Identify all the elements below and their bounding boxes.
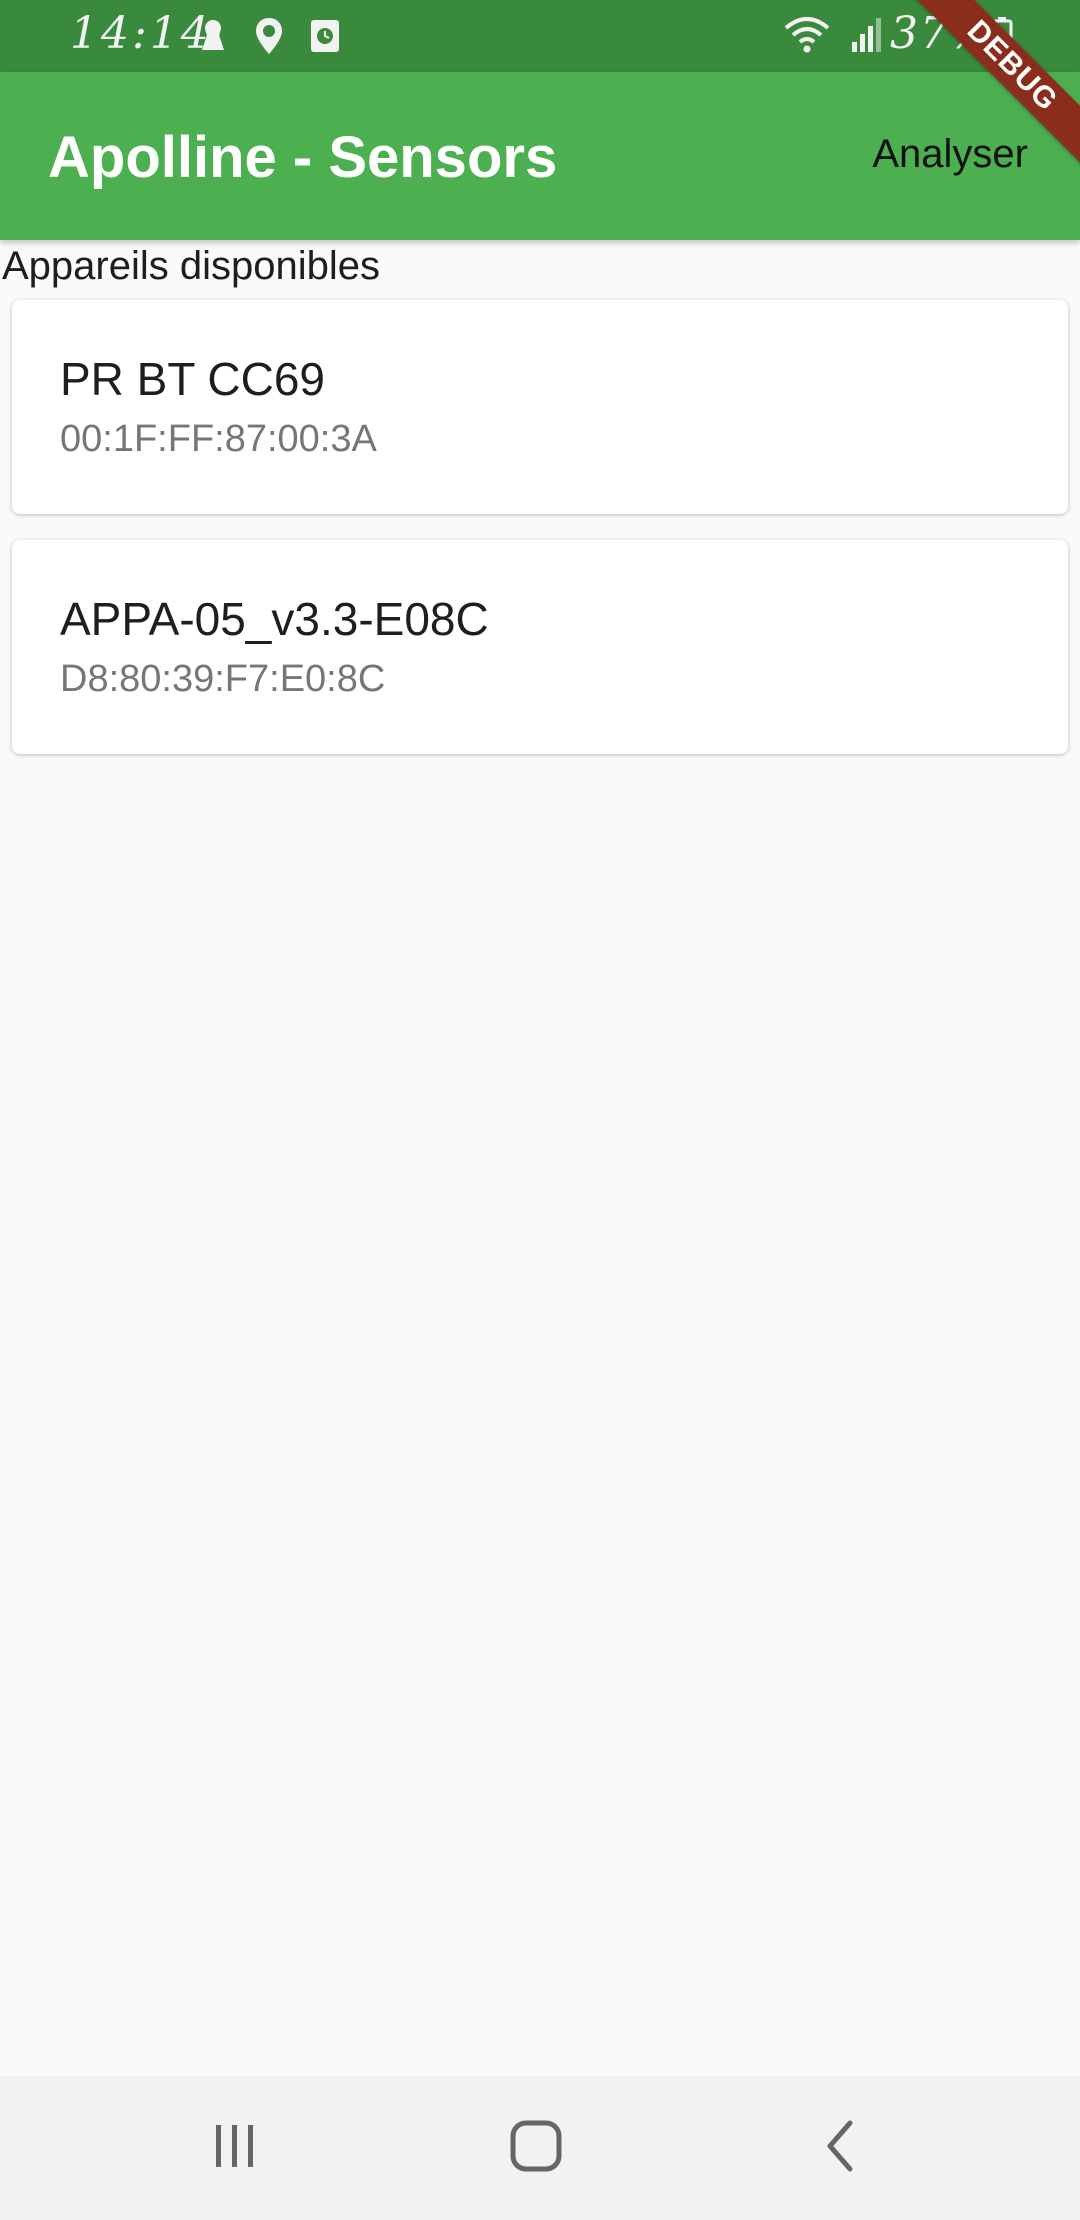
device-address: D8:80:39:F7:E0:8C <box>60 658 386 700</box>
recent-apps-icon <box>210 2121 260 2176</box>
status-right-icons <box>782 14 884 59</box>
app-bar: Apolline - Sensors Analyser <box>0 72 1080 240</box>
home-button[interactable] <box>496 2116 576 2180</box>
device-card[interactable]: PR BT CC69 00:1F:FF:87:00:3A <box>12 300 1068 514</box>
clock-app-icon <box>308 16 342 61</box>
notification-icon <box>196 16 230 61</box>
device-card[interactable]: APPA-05_v3.3-E08C D8:80:39:F7:E0:8C <box>12 540 1068 754</box>
battery-icon <box>990 16 1014 61</box>
status-left-icons <box>196 16 342 61</box>
battery-percentage: 37% <box>890 8 994 59</box>
section-label: Appareils disponibles <box>2 244 381 288</box>
recent-apps-button[interactable] <box>195 2116 275 2180</box>
device-list: PR BT CC69 00:1F:FF:87:00:3A APPA-05_v3.… <box>12 300 1068 780</box>
screen: 14:14 37% Apolline - Sensors Analyser DE… <box>0 0 1080 2220</box>
analyser-button[interactable]: Analyser <box>872 132 1028 177</box>
status-time: 14:14 <box>70 8 212 59</box>
location-icon <box>252 16 286 61</box>
wifi-icon <box>782 14 832 59</box>
signal-icon <box>850 14 884 59</box>
back-icon <box>820 2119 860 2178</box>
nav-bar <box>0 2076 1080 2220</box>
status-bar: 14:14 37% <box>0 0 1080 72</box>
device-name: APPA-05_v3.3-E08C <box>60 593 489 645</box>
app-title: Apolline - Sensors <box>48 125 558 190</box>
device-name: PR BT CC69 <box>60 353 326 405</box>
back-button[interactable] <box>800 2116 880 2180</box>
home-icon <box>509 2119 563 2178</box>
device-address: 00:1F:FF:87:00:3A <box>60 418 377 460</box>
